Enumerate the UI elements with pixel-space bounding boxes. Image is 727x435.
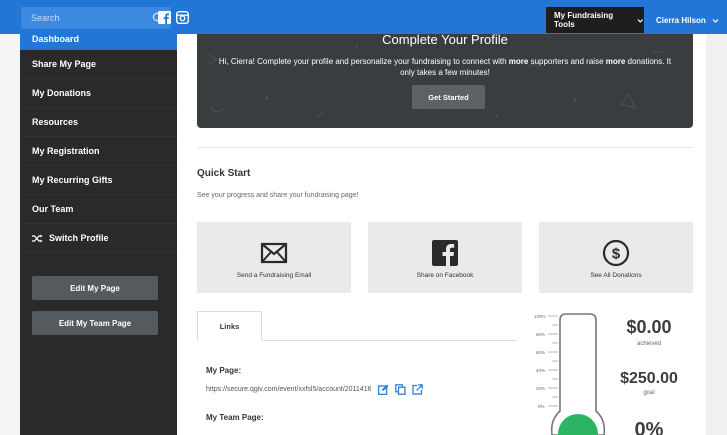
thermo-tick-label: 40% [536, 368, 545, 373]
banner-text: Hi, Cierra! Complete your profile and pe… [217, 56, 673, 78]
sidebar: Dashboard Share My Page My Donations Res… [20, 34, 177, 435]
envelope-icon [260, 242, 288, 264]
shuffle-icon [32, 234, 43, 242]
chevron-down-icon [712, 18, 719, 23]
sidebar-item-label: Dashboard [32, 34, 80, 44]
sidebar-item-switch-profile[interactable]: Switch Profile [20, 224, 177, 253]
thermo-tick-label: 80% [536, 332, 545, 337]
banner-pattern [208, 44, 663, 119]
sidebar-item-label: Resources [32, 117, 79, 127]
my-team-page-label: My Team Page: [206, 413, 264, 422]
sidebar-item-our-team[interactable]: Our Team [20, 195, 177, 224]
edit-my-page-button[interactable]: Edit My Page [32, 276, 158, 300]
chevron-down-icon [637, 18, 644, 23]
copy-icon[interactable] [394, 384, 406, 395]
goal-label: goal [643, 390, 655, 396]
thermo-scale [548, 315, 558, 407]
sidebar-item-label: My Donations [32, 88, 92, 98]
my-page-label: My Page: [206, 366, 242, 375]
banner-text-part: supporters and raise [528, 57, 606, 66]
send-email-card[interactable]: Send a Fundraising Email [197, 222, 351, 293]
search-box [21, 7, 171, 29]
sidebar-item-label: My Registration [32, 146, 100, 156]
user-name: Cierra Hilson [656, 15, 706, 25]
facebook-icon [432, 240, 458, 267]
thermo-tick-label: 0% [538, 404, 545, 409]
banner-text-bold: more [508, 57, 529, 66]
sidebar-item-label: Our Team [32, 204, 74, 214]
sidebar-item-label: Share My Page [32, 59, 97, 69]
search-input[interactable] [21, 7, 151, 29]
my-page-link-row: https://secure.qgiv.com/event/xxfsl5/acc… [206, 384, 423, 395]
fundraising-tools-label: My Fundraising Tools [554, 11, 614, 29]
banner-text-bold: more [605, 57, 626, 66]
thermo-tick-label: 20% [536, 386, 545, 391]
external-link-icon[interactable] [411, 384, 423, 395]
sidebar-item-my-donations[interactable]: My Donations [20, 79, 177, 108]
edit-my-team-page-button[interactable]: Edit My Team Page [32, 311, 158, 335]
goal-value: $250.00 [620, 370, 678, 387]
svg-text:$: $ [612, 246, 621, 263]
dollar-circle-icon: $ [602, 239, 630, 267]
quick-start-subtitle: See your progress and share your fundrai… [197, 192, 359, 199]
quick-start-title: Quick Start [197, 168, 251, 179]
thermo-tick-label: 100% [534, 314, 546, 319]
user-menu[interactable]: Cierra Hilson [648, 7, 727, 33]
edit-icon[interactable] [377, 384, 389, 395]
sidebar-item-share-my-page[interactable]: Share My Page [20, 50, 177, 79]
achieved-label: achieved [636, 341, 662, 347]
banner-text-part: Hi, Cierra! Complete your profile and pe… [218, 57, 509, 66]
get-started-button[interactable]: Get Started [412, 85, 485, 109]
card-label: Send a Fundraising Email [236, 272, 312, 279]
top-bar: My Fundraising Tools Cierra Hilson [0, 0, 727, 34]
tab-links[interactable]: Links [197, 311, 262, 341]
fundraising-tools-menu[interactable]: My Fundraising Tools [546, 7, 644, 33]
scrollbar-track[interactable] [706, 34, 727, 435]
section-divider [197, 147, 693, 148]
thermo-tick-label: 60% [536, 350, 545, 355]
links-tabs: Links [197, 311, 517, 341]
instagram-icon[interactable] [176, 11, 189, 24]
sidebar-item-dashboard[interactable]: Dashboard [20, 34, 177, 50]
main-content: Complete Your Profile Hi, Cierra! Comple… [177, 34, 706, 435]
share-facebook-card[interactable]: Share on Facebook [368, 222, 522, 293]
card-label: Share on Facebook [416, 272, 474, 279]
sidebar-item-label: My Recurring Gifts [32, 175, 113, 185]
my-page-url[interactable]: https://secure.qgiv.com/event/xxfsl5/acc… [206, 386, 372, 393]
profile-banner: Complete Your Profile Hi, Cierra! Comple… [197, 34, 693, 128]
progress-thermometer: 100% 80% 60% 40% 20% 0% [534, 313, 606, 435]
see-donations-card[interactable]: $ See All Donations [539, 222, 693, 293]
sidebar-item-resources[interactable]: Resources [20, 108, 177, 137]
sidebar-item-label: Switch Profile [49, 233, 109, 243]
percent-value: 0% [634, 419, 664, 435]
card-label: See All Donations [590, 272, 642, 279]
sidebar-item-my-registration[interactable]: My Registration [20, 137, 177, 166]
achieved-value: $0.00 [626, 317, 672, 337]
sidebar-item-my-recurring-gifts[interactable]: My Recurring Gifts [20, 166, 177, 195]
banner-title: Complete Your Profile [382, 34, 508, 47]
facebook-icon[interactable] [158, 11, 171, 24]
